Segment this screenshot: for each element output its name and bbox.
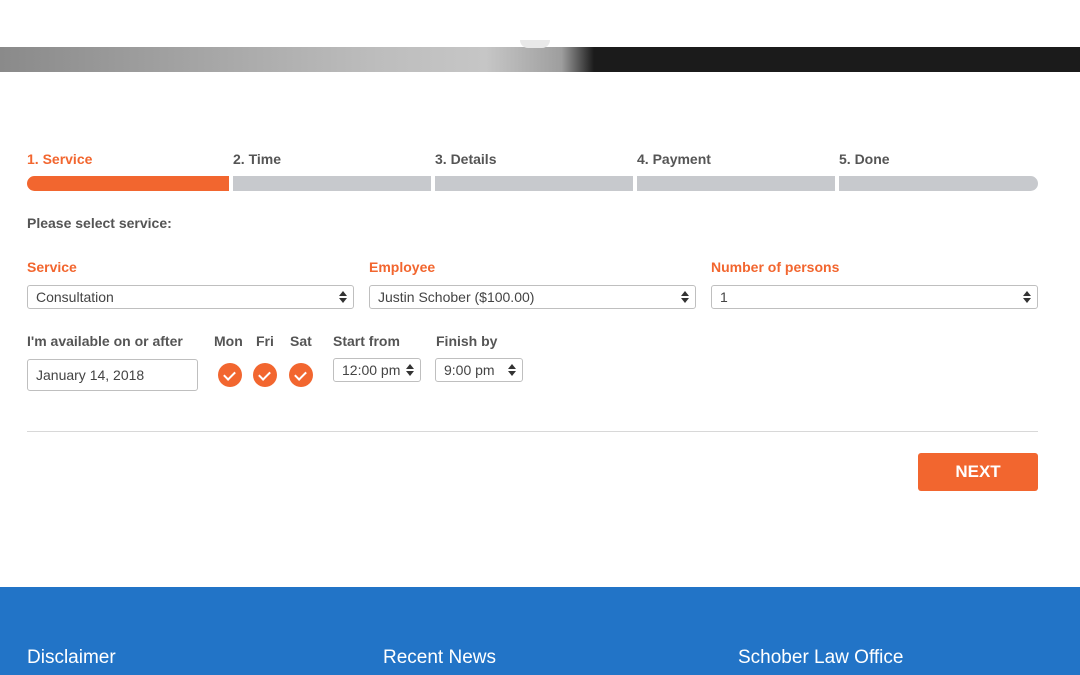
step-details: 3. Details: [435, 150, 633, 191]
footer-recent-news-heading: Recent News: [383, 647, 496, 668]
hero-banner: [0, 0, 1080, 72]
service-select-value: Consultation: [36, 289, 114, 305]
step-progress-bar: [839, 176, 1038, 191]
form-divider: [27, 431, 1038, 432]
service-label: Service: [27, 259, 77, 275]
step-done: 5. Done: [839, 150, 1038, 191]
persons-select[interactable]: 1: [711, 285, 1038, 309]
step-progress-bar: [233, 176, 431, 191]
start-time-value: 12:00 pm: [342, 362, 401, 378]
date-input[interactable]: January 14, 2018: [27, 359, 198, 391]
sat-checkbox-check-icon[interactable]: [289, 363, 313, 387]
next-button[interactable]: NEXT: [918, 453, 1038, 491]
fri-checkbox-check-icon[interactable]: [253, 363, 277, 387]
step-label: 5. Done: [839, 151, 890, 167]
hero-image: [0, 47, 1080, 72]
step-label: 2. Time: [233, 151, 281, 167]
footer: Disclaimer Recent News Schober Law Offic…: [0, 587, 1080, 675]
step-label: 4. Payment: [637, 151, 711, 167]
footer-office-heading: Schober Law Office: [738, 647, 904, 668]
employee-label: Employee: [369, 259, 436, 275]
finish-time-select[interactable]: 9:00 pm: [435, 358, 523, 382]
available-after-label: I'm available on or after: [27, 333, 183, 349]
footer-disclaimer-heading: Disclaimer: [27, 647, 116, 668]
finish-by-label: Finish by: [436, 333, 498, 349]
step-label: 1. Service: [27, 151, 93, 167]
persons-select-value: 1: [720, 289, 728, 305]
step-progress-bar: [435, 176, 633, 191]
start-time-select[interactable]: 12:00 pm: [333, 358, 421, 382]
select-arrows-icon: [681, 289, 689, 305]
step-payment: 4. Payment: [637, 150, 835, 191]
service-select[interactable]: Consultation: [27, 285, 354, 309]
start-from-label: Start from: [333, 333, 400, 349]
day-label-fri: Fri: [256, 333, 274, 349]
select-arrows-icon: [406, 362, 414, 378]
hero-image-detail: [520, 40, 550, 48]
finish-time-value: 9:00 pm: [444, 362, 495, 378]
step-progress-bar: [637, 176, 835, 191]
select-arrows-icon: [339, 289, 347, 305]
employee-select[interactable]: Justin Schober ($100.00): [369, 285, 696, 309]
persons-label: Number of persons: [711, 259, 840, 275]
form-prompt: Please select service:: [27, 215, 172, 231]
select-arrows-icon: [508, 362, 516, 378]
mon-checkbox-check-icon[interactable]: [218, 363, 242, 387]
step-progress-bar: [27, 176, 229, 191]
day-label-sat: Sat: [290, 333, 312, 349]
employee-select-value: Justin Schober ($100.00): [378, 289, 535, 305]
day-label-mon: Mon: [214, 333, 243, 349]
step-label: 3. Details: [435, 151, 497, 167]
select-arrows-icon: [1023, 289, 1031, 305]
step-time: 2. Time: [233, 150, 431, 191]
step-service: 1. Service: [27, 150, 229, 191]
